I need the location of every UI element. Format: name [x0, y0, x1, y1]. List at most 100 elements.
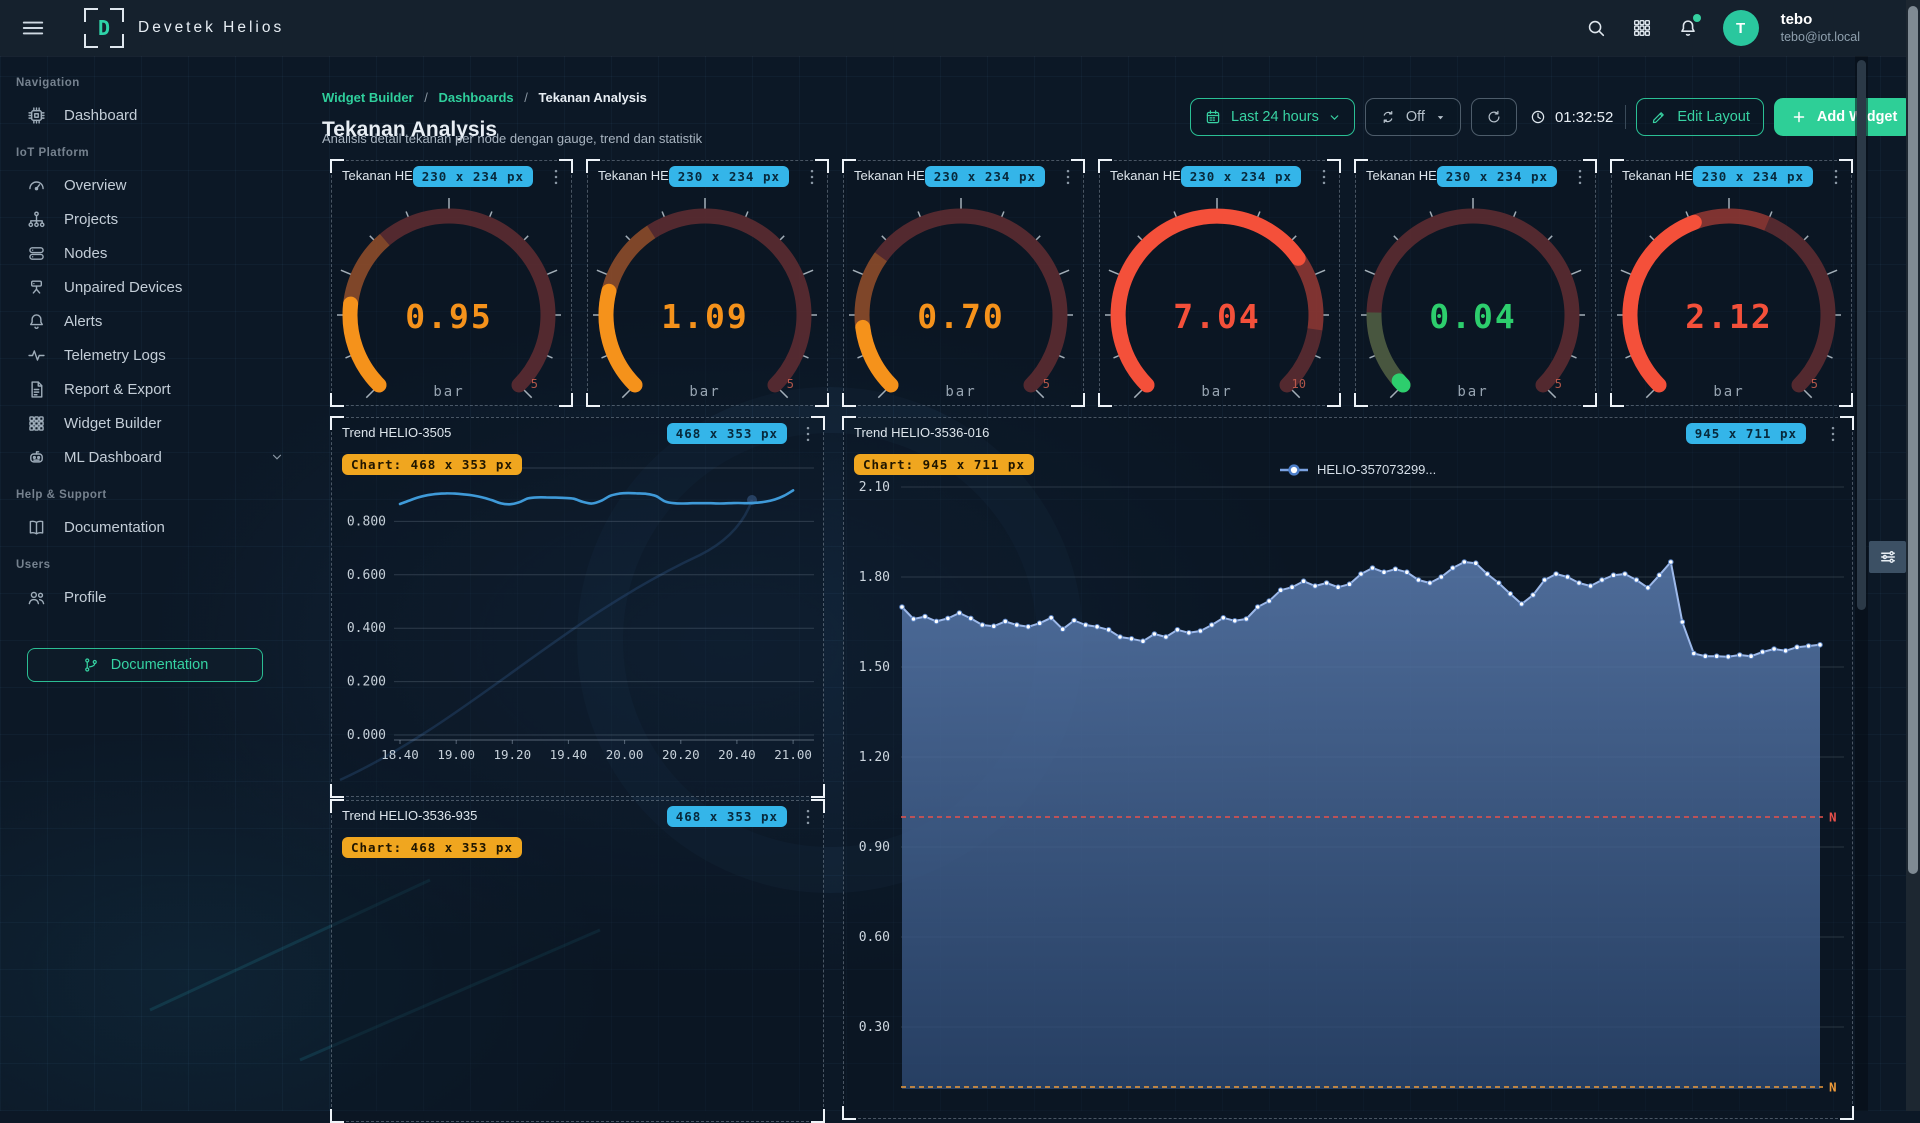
file-icon — [26, 379, 47, 400]
data-point — [1037, 621, 1042, 626]
bell-icon — [26, 311, 47, 332]
widget-title: Trend HELIO-3505 — [342, 425, 451, 440]
user-menu[interactable]: tebo tebo@iot.local — [1781, 11, 1860, 45]
sidebar-item-alerts[interactable]: Alerts — [0, 304, 300, 338]
data-point — [1542, 578, 1547, 583]
x-axis-tick: 19.20 — [493, 747, 531, 762]
panel-settings-flyout-button[interactable] — [1869, 541, 1906, 573]
caret-down-icon — [1434, 111, 1447, 124]
data-point — [1290, 585, 1295, 590]
sidebar-section-label: Users — [0, 544, 300, 580]
main-scrollbar[interactable] — [1855, 56, 1868, 1111]
chart-size-badge: Chart: 945 x 711 px — [854, 454, 1034, 475]
sidebar-item-widget-builder[interactable]: Widget Builder — [0, 406, 300, 440]
sidebar-section-label: Navigation — [0, 62, 300, 98]
gauge-max-label: 5 — [1811, 377, 1818, 391]
device-icon — [26, 277, 47, 298]
search-icon[interactable] — [1585, 16, 1609, 40]
data-point — [1565, 575, 1570, 580]
widget-gauge-1[interactable]: Tekanan HELIO230 x 234 px0.955bar — [331, 160, 572, 406]
trend-line — [400, 490, 793, 504]
widget-title: Trend HELIO-3536-935 — [342, 808, 477, 823]
plus-icon — [1790, 108, 1808, 126]
data-point — [1451, 566, 1456, 571]
data-point — [1175, 628, 1180, 633]
widget-gauge-3[interactable]: Tekanan HELIO230 x 234 px0.705bar — [843, 160, 1084, 406]
data-point — [923, 614, 928, 619]
data-point — [1726, 655, 1731, 660]
sidebar-item-unpaired-devices[interactable]: Unpaired Devices — [0, 270, 300, 304]
documentation-button-label: Documentation — [111, 657, 209, 673]
breadcrumb-dashboards[interactable]: Dashboards — [438, 90, 513, 105]
gauge-value: 0.04 — [1429, 297, 1516, 336]
documentation-button[interactable]: Documentation — [27, 648, 263, 682]
y-axis-tick: 0.000 — [347, 728, 386, 743]
widget-gauge-6[interactable]: Tekanan HELIO230 x 234 px2.125bar — [1611, 160, 1852, 406]
chevron-down-icon — [270, 450, 284, 464]
main-scrollbar-thumb[interactable] — [1857, 60, 1866, 610]
refresh-icon — [1485, 108, 1503, 126]
book-icon — [26, 517, 47, 538]
data-point — [1060, 627, 1065, 632]
page-scrollbar[interactable] — [1906, 0, 1920, 1111]
size-badge: 468 x 353 px — [667, 423, 787, 444]
sidebar-item-projects[interactable]: Projects — [0, 202, 300, 236]
y-axis-tick: 1.80 — [859, 570, 890, 585]
size-badge: 230 x 234 px — [669, 166, 789, 187]
sidebar-item-ml-dashboard[interactable]: ML Dashboard — [0, 440, 300, 474]
add-widget-button[interactable]: Add Widget — [1774, 98, 1913, 136]
apps-grid-icon[interactable] — [1631, 16, 1655, 40]
chevron-down-icon — [1328, 111, 1341, 124]
gauge-max-label: 5 — [1555, 377, 1562, 391]
edit-layout-label: Edit Layout — [1677, 109, 1750, 125]
data-point — [1485, 572, 1490, 577]
data-point — [1359, 572, 1364, 577]
user-email: tebo@iot.local — [1781, 30, 1860, 46]
notifications-bell-icon[interactable] — [1677, 16, 1701, 40]
sidebar-item-report-export[interactable]: Report & Export — [0, 372, 300, 406]
y-axis-tick: 2.10 — [859, 480, 890, 495]
widget-trend-helio-3536-935[interactable]: Trend HELIO-3536-935 468 x 353 px Chart:… — [331, 800, 824, 1122]
time-range-select[interactable]: Last 24 hours — [1190, 98, 1355, 136]
widget-gauge-2[interactable]: Tekanan HELIO230 x 234 px1.095bar — [587, 160, 828, 406]
sidebar-item-label: Projects — [64, 211, 118, 228]
git-branch-icon — [82, 656, 100, 674]
data-point — [1152, 632, 1157, 637]
sidebar-item-label: Dashboard — [64, 107, 137, 124]
pulse-icon — [26, 345, 47, 366]
gauge-chart: 0.955bar — [332, 161, 571, 405]
widget-gauge-4[interactable]: Tekanan HELIO230 x 234 px7.0410bar — [1099, 160, 1340, 406]
data-point — [1749, 654, 1754, 659]
sync-icon — [1379, 108, 1397, 126]
sidebar-item-dashboard[interactable]: Dashboard — [0, 98, 300, 132]
page-scrollbar-thumb[interactable] — [1908, 6, 1918, 874]
trend-line-chart: 1.0000.8000.6000.4000.2000.00018.4019.00… — [332, 430, 823, 790]
auto-refresh-select[interactable]: Off — [1365, 98, 1461, 136]
widget-trend-helio-3505[interactable]: Trend HELIO-3505 468 x 353 px Chart: 468… — [331, 417, 824, 797]
avatar[interactable]: T — [1723, 10, 1759, 46]
size-badge: 230 x 234 px — [1181, 166, 1301, 187]
widget-trend-helio-3536-016[interactable]: Trend HELIO-3536-016 945 x 711 px Chart:… — [843, 417, 1853, 1119]
sidebar-item-overview[interactable]: Overview — [0, 168, 300, 202]
breadcrumb-widget-builder[interactable]: Widget Builder — [322, 90, 414, 105]
gauge-unit-label: bar — [1201, 384, 1232, 400]
widget-gauge-5[interactable]: Tekanan HELIO230 x 234 px0.045bar — [1355, 160, 1596, 406]
data-point — [1508, 592, 1513, 597]
topbar: D Devetek Helios T tebo tebo@iot.local — [0, 0, 1920, 56]
y-axis-tick: 0.600 — [347, 568, 386, 583]
sidebar-item-telemetry-logs[interactable]: Telemetry Logs — [0, 338, 300, 372]
refresh-button[interactable] — [1471, 98, 1517, 136]
sidebar-item-documentation[interactable]: Documentation — [0, 510, 300, 544]
data-point — [1588, 584, 1593, 589]
sidebar-item-profile[interactable]: Profile — [0, 580, 300, 614]
data-point — [1806, 644, 1811, 649]
threshold-label: N — [1829, 810, 1837, 825]
data-point — [1474, 561, 1479, 566]
size-badge: 230 x 234 px — [413, 166, 533, 187]
sidebar-item-nodes[interactable]: Nodes — [0, 236, 300, 270]
menu-toggle-icon[interactable] — [18, 13, 48, 43]
sidebar-item-label: Documentation — [64, 519, 165, 536]
edit-layout-button[interactable]: Edit Layout — [1636, 98, 1764, 136]
breadcrumb-current: Tekanan Analysis — [539, 90, 647, 105]
chart-size-badge: Chart: 468 x 353 px — [342, 837, 522, 858]
